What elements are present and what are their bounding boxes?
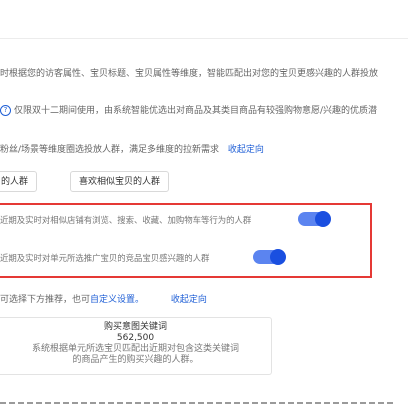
audience-chip-similar-items[interactable]: 喜欢相似宝贝的人群 [70, 171, 170, 192]
recommendation-card[interactable]: 购买意图关键词 562,500 系统根据单元所选宝贝匹配出近期对包含这类关键词 … [0, 317, 272, 375]
recommend-prefix: 可选择下方推荐，也可 [0, 295, 91, 305]
intro-line-2: ? 仅限双十二期间使用，由系统智能优选出对商品及其类目商品有较强购物意愿/兴趣的优… [0, 103, 377, 116]
cropped-bottom-text [0, 398, 408, 408]
option-1-label: 近期及实时对相似店铺有浏览、搜索、收藏、加购物车等行为的人群 [0, 215, 252, 225]
option-1-toggle[interactable] [298, 211, 331, 227]
top-divider [0, 38, 408, 39]
recommend-line: 可选择下方推荐，也可自定义设置。 收起定向 [0, 292, 207, 305]
option-2-label: 近期及实时对单元所选推广宝贝的竞品宝贝感兴趣的人群 [0, 253, 210, 263]
info-icon: ? [0, 105, 11, 116]
option-2-toggle[interactable] [253, 249, 286, 265]
toggle-knob [315, 211, 331, 227]
card-title: 购买意图关键词 [103, 322, 167, 332]
toggle-knob [270, 249, 286, 265]
audience-chip-1[interactable]: 的人群 [0, 171, 38, 192]
card-count: 562,500 [116, 333, 155, 343]
card-desc-2: 的商品产生的购买兴趣的人群。 [72, 355, 199, 365]
collapse-targeting-link-top[interactable]: 收起定向 [228, 145, 264, 155]
collapse-targeting-link[interactable]: 收起定向 [171, 295, 207, 305]
intro-line-2-text: 仅限双十二期间使用，由系统智能优选出对商品及其类目商品有较强购物意愿/兴趣的优质… [14, 106, 378, 116]
card-desc-1: 系统根据单元所选宝贝匹配出近期对包含这类关键词 [31, 344, 239, 354]
intro-line-1: 时根据您的访客属性、宝贝标题、宝贝属性等维度，智能匹配出对您的宝贝更感兴趣的人群… [0, 69, 379, 79]
intro-line-3-text: 粉丝/场景等维度圈选投放人群，满足多维度的拉新需求 [0, 145, 220, 155]
custom-settings-link[interactable]: 自定义设置。 [90, 295, 144, 305]
intro-line-3: 粉丝/场景等维度圈选投放人群，满足多维度的拉新需求 收起定向 [0, 142, 264, 155]
